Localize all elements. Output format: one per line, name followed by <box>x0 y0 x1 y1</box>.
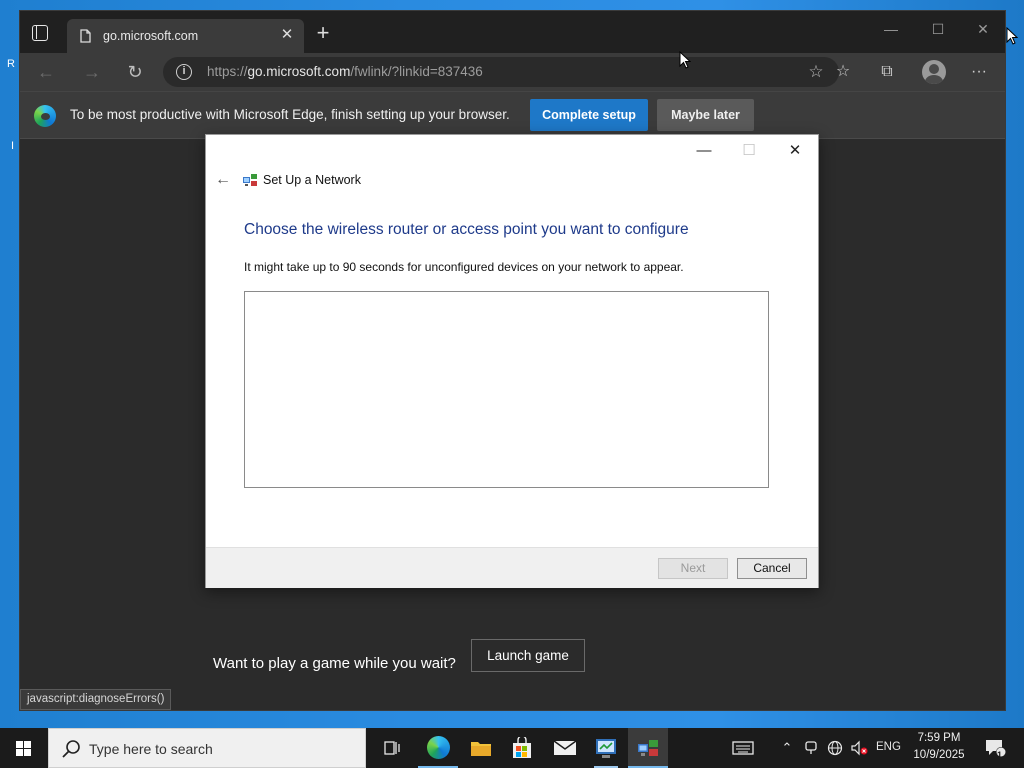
info-icon[interactable]: i <box>176 64 192 80</box>
window-close-button[interactable]: ✕ <box>968 17 998 41</box>
action-keyboard-icon[interactable] <box>731 738 755 758</box>
dialog-back-arrow-icon[interactable]: ← <box>212 169 234 191</box>
dialog-heading: Choose the wireless router or access poi… <box>244 221 689 238</box>
url-path: /fwlink/?linkid=837436 <box>350 64 483 79</box>
status-bar-url: javascript:diagnoseErrors() <box>20 689 172 710</box>
mouse-cursor-icon <box>679 51 691 69</box>
network-globe-icon[interactable] <box>825 738 845 758</box>
speaker-muted-icon[interactable] <box>849 738 869 758</box>
infobar-message: To be most productive with Microsoft Edg… <box>70 107 510 122</box>
taskbar-store-button[interactable] <box>502 728 542 768</box>
taskbar-file-explorer-button[interactable] <box>461 728 501 768</box>
tab-actions-icon[interactable] <box>32 25 48 41</box>
clock-time: 7:59 PM <box>917 732 961 744</box>
refresh-icon[interactable]: ↻ <box>123 61 147 83</box>
add-favorite-icon[interactable]: ☆ <box>805 61 827 83</box>
taskbar-control-panel-button[interactable] <box>586 728 626 768</box>
task-view-button[interactable] <box>372 728 412 768</box>
taskbar-edge-button[interactable] <box>418 728 458 768</box>
dialog-footer: Next Cancel <box>206 547 818 588</box>
notification-center-icon[interactable]: 1 <box>982 738 1008 760</box>
setup-network-dialog: — ☐ ✕ ← Set Up a Network Choose the wire… <box>205 134 819 588</box>
dialog-title: Set Up a Network <box>263 173 361 187</box>
windows-logo-icon <box>16 741 32 756</box>
setup-infobar: To be most productive with Microsoft Edg… <box>20 91 1005 139</box>
edge-logo-icon <box>34 105 56 127</box>
desktop-icon-label-fragment: R <box>7 58 15 70</box>
task-view-icon <box>384 741 400 755</box>
input-language-indicator[interactable]: ENG <box>876 741 901 753</box>
more-options-icon[interactable]: ··· <box>967 61 991 83</box>
show-hidden-icons-chevron-icon[interactable]: ⌃ <box>777 738 797 758</box>
store-icon <box>513 737 531 758</box>
complete-setup-button[interactable]: Complete setup <box>530 99 648 131</box>
taskbar-network-setup-button[interactable] <box>628 728 668 768</box>
control-panel-icon <box>596 739 616 758</box>
dialog-close-button[interactable]: ✕ <box>781 139 809 163</box>
maybe-later-button[interactable]: Maybe later <box>657 99 754 131</box>
clock-date: 10/9/2025 <box>913 749 965 761</box>
tab-strip: go.microsoft.com ✕ + — ☐ ✕ <box>20 11 1005 53</box>
navigation-bar: ← → ↻ i https://go.microsoft.com/fwlink/… <box>20 53 1005 91</box>
mail-icon <box>553 740 577 755</box>
folder-icon <box>471 742 491 756</box>
forward-arrow-icon[interactable]: → <box>80 61 104 83</box>
back-arrow-icon[interactable]: ← <box>34 61 58 83</box>
cancel-button[interactable]: Cancel <box>737 558 807 579</box>
edge-icon <box>427 736 450 759</box>
device-list[interactable] <box>244 291 769 488</box>
window-maximize-button[interactable]: ☐ <box>923 17 953 41</box>
meet-now-icon[interactable] <box>801 738 821 758</box>
tab-title: go.microsoft.com <box>103 29 199 43</box>
collections-icon[interactable]: ⧉ <box>875 61 899 83</box>
profile-avatar-icon[interactable] <box>922 60 946 84</box>
search-icon <box>62 740 80 758</box>
notification-count-badge: 1 <box>997 750 1003 760</box>
taskbar-mail-button[interactable] <box>545 728 585 768</box>
address-bar[interactable]: i https://go.microsoft.com/fwlink/?linki… <box>163 57 839 87</box>
launch-game-button[interactable]: Launch game <box>471 639 585 672</box>
tab-close-icon[interactable]: ✕ <box>278 26 296 44</box>
network-setup-icon <box>638 740 658 756</box>
game-prompt-text: Want to play a game while you wait? <box>213 655 456 672</box>
dialog-description: It might take up to 90 seconds for uncon… <box>244 260 684 274</box>
start-button[interactable] <box>0 728 48 768</box>
dialog-maximize-button: ☐ <box>742 142 756 159</box>
taskbar-search-box[interactable]: Type here to search <box>48 728 366 768</box>
taskbar: Type here to search ⌃ ENG 7:59 PM 10/9/2… <box>0 728 1024 768</box>
next-button: Next <box>658 558 728 579</box>
favorites-icon[interactable]: ☆ <box>831 61 855 83</box>
network-setup-icon <box>243 174 257 186</box>
desktop-icon-label-fragment: I <box>11 140 15 152</box>
browser-tab-active[interactable]: go.microsoft.com ✕ <box>67 19 304 53</box>
dialog-minimize-button[interactable]: — <box>690 139 718 163</box>
window-minimize-button[interactable]: — <box>876 17 906 41</box>
new-tab-icon[interactable]: + <box>313 22 333 44</box>
page-icon <box>80 29 91 43</box>
mouse-cursor-icon <box>1006 27 1018 45</box>
search-placeholder: Type here to search <box>89 741 213 757</box>
url-domain: go.microsoft.com <box>247 64 351 79</box>
url-text[interactable]: https://go.microsoft.com/fwlink/?linkid=… <box>207 64 483 79</box>
url-scheme: https:// <box>207 64 248 79</box>
